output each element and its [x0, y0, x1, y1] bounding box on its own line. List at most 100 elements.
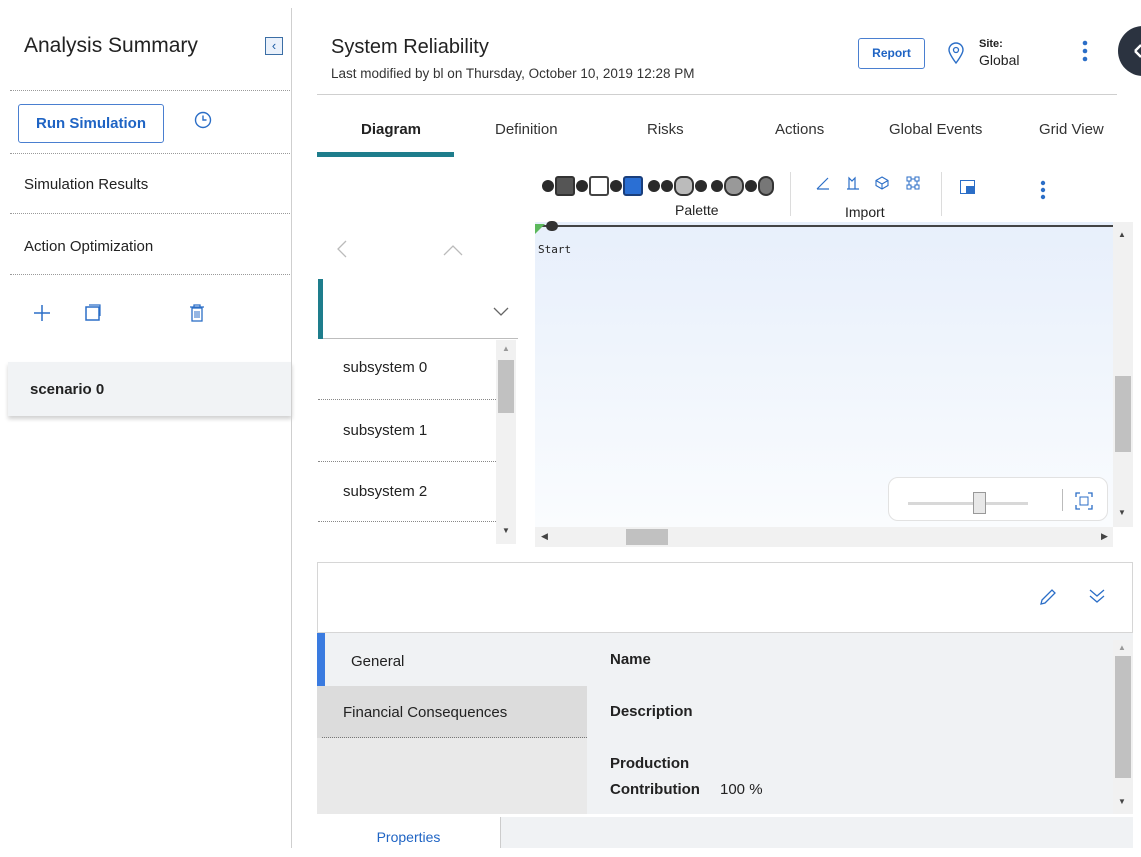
zoom-separator: [1062, 489, 1063, 511]
fit-to-screen-icon[interactable]: [1075, 492, 1093, 510]
palette-node-icon[interactable]: [610, 180, 622, 192]
palette-items[interactable]: [541, 175, 774, 197]
collapse-panel-icon[interactable]: ‹: [265, 37, 283, 55]
palette-node-icon[interactable]: [542, 180, 554, 192]
list-item[interactable]: subsystem 1: [343, 422, 427, 439]
canvas-horizontal-scrollbar[interactable]: [535, 527, 1113, 547]
scroll-up-arrow-icon[interactable]: ▲: [1118, 230, 1126, 239]
nav-active-indicator: [317, 633, 325, 686]
divider: [10, 90, 292, 91]
palette-node-icon[interactable]: [711, 180, 723, 192]
palette-node-icon[interactable]: [648, 180, 660, 192]
palette-subsystem-icon[interactable]: [589, 176, 609, 196]
name-field-label: Name: [610, 651, 651, 668]
start-node[interactable]: [546, 221, 558, 231]
divider: [10, 274, 292, 275]
palette-sink-icon[interactable]: [758, 176, 774, 196]
header-divider: [317, 94, 1117, 95]
delete-icon[interactable]: [189, 304, 205, 322]
scroll-right-arrow-icon[interactable]: ▶: [1101, 531, 1108, 542]
import-distribution-icon[interactable]: [846, 176, 860, 194]
canvas-vertical-scrollbar[interactable]: [1113, 222, 1133, 527]
palette-switch-icon[interactable]: [724, 176, 744, 196]
divider: [318, 461, 496, 462]
action-optimization-link[interactable]: Action Optimization: [24, 238, 153, 255]
scroll-down-arrow-icon[interactable]: ▼: [1118, 797, 1126, 806]
selected-indicator: [318, 279, 323, 339]
tab-risks[interactable]: Risks: [647, 121, 684, 138]
toolbar-more-icon[interactable]: [1040, 180, 1046, 200]
divider: [318, 521, 496, 522]
palette-asset-icon[interactable]: [555, 176, 575, 196]
left-panel: Analysis Summary ‹ Run Simulation Simula…: [0, 0, 292, 848]
tab-diagram[interactable]: Diagram: [361, 121, 421, 138]
report-button[interactable]: Report: [858, 38, 925, 69]
dropdown-chevron-icon[interactable]: [493, 304, 509, 316]
canvas-horizontal-thumb[interactable]: [626, 529, 668, 545]
divider: [318, 399, 496, 400]
list-item[interactable]: subsystem 2: [343, 483, 427, 500]
start-flag-icon: [535, 221, 545, 234]
import-diagram-icon[interactable]: [906, 176, 920, 194]
zoom-slider-handle[interactable]: [973, 492, 986, 514]
palette-node-icon[interactable]: [661, 180, 673, 192]
palette-link-icon[interactable]: [674, 176, 694, 196]
zoom-slider-track[interactable]: [908, 502, 1028, 505]
properties-tab[interactable]: Properties: [317, 817, 501, 848]
active-tab-indicator: [317, 152, 454, 157]
tab-actions[interactable]: Actions: [775, 121, 824, 138]
scroll-down-arrow-icon[interactable]: ▼: [502, 526, 510, 535]
scenario-row[interactable]: scenario 0: [8, 362, 292, 416]
description-field-label: Description: [610, 703, 693, 720]
last-modified-text: Last modified by bl on Thursday, October…: [331, 66, 695, 81]
tab-definition[interactable]: Definition: [495, 121, 558, 138]
site-value[interactable]: Global: [979, 52, 1019, 68]
import-chart-icon[interactable]: [816, 176, 830, 194]
tab-grid-view[interactable]: Grid View: [1039, 121, 1104, 138]
divider: [322, 737, 587, 738]
start-label: Start: [538, 243, 572, 256]
nav-up-icon[interactable]: [443, 243, 463, 256]
edit-pencil-icon[interactable]: [1039, 588, 1057, 606]
copy-icon[interactable]: [84, 304, 102, 322]
import-cube-icon[interactable]: [875, 176, 889, 194]
navigation-fab[interactable]: [1118, 26, 1141, 76]
tab-global-events[interactable]: Global Events: [889, 121, 982, 138]
toolbar-separator: [941, 172, 942, 216]
canvas-vertical-thumb[interactable]: [1115, 376, 1131, 452]
list-scroll-thumb[interactable]: [498, 360, 514, 413]
run-simulation-button[interactable]: Run Simulation: [18, 104, 164, 143]
scroll-up-arrow-icon[interactable]: ▲: [1118, 643, 1126, 652]
page-title: System Reliability: [331, 36, 489, 58]
palette-label: Palette: [675, 202, 719, 218]
details-scroll-thumb[interactable]: [1115, 656, 1131, 778]
palette-buffer-icon[interactable]: [623, 176, 643, 196]
palette-node-icon[interactable]: [576, 180, 588, 192]
add-icon[interactable]: [32, 303, 52, 323]
palette-node-icon[interactable]: [745, 180, 757, 192]
list-item[interactable]: subsystem 0: [343, 359, 427, 376]
history-icon[interactable]: [194, 111, 212, 129]
contribution-value: 100 %: [720, 781, 763, 798]
divider: [10, 153, 292, 154]
nav-back-icon[interactable]: [336, 240, 348, 258]
toolbar-separator: [790, 172, 791, 216]
collapse-details-icon[interactable]: [1088, 588, 1106, 604]
scenario-label: scenario 0: [30, 381, 105, 398]
site-label: Site:: [979, 38, 1003, 50]
scroll-left-arrow-icon[interactable]: ◀: [541, 531, 548, 542]
divider: [10, 213, 292, 214]
analysis-summary-title: Analysis Summary: [24, 34, 198, 57]
contribution-field-label: Contribution: [610, 781, 700, 798]
simulation-results-link[interactable]: Simulation Results: [24, 176, 148, 193]
nav-general-label: General: [351, 653, 405, 670]
panel-divider: [291, 8, 292, 848]
overview-window-icon[interactable]: [960, 180, 975, 194]
details-header: [317, 562, 1133, 633]
more-options-icon[interactable]: [1082, 40, 1088, 62]
scroll-down-arrow-icon[interactable]: ▼: [1118, 508, 1126, 517]
divider: [323, 338, 518, 339]
scroll-up-arrow-icon[interactable]: ▲: [502, 344, 510, 353]
production-field-label: Production: [610, 755, 690, 772]
palette-node-icon[interactable]: [695, 180, 707, 192]
